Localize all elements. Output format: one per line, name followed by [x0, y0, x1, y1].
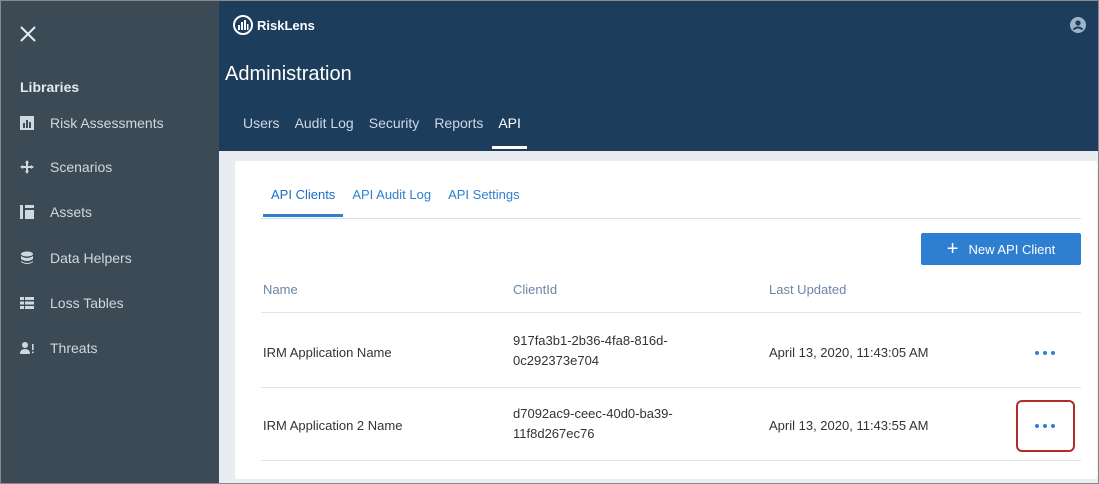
row-clientid-line2: 0c292373e704 — [513, 353, 600, 368]
brand-logo[interactable]: RiskLens — [233, 15, 315, 35]
brand-name: RiskLens — [257, 17, 315, 33]
chart-icon — [20, 116, 34, 130]
row-last-updated: April 13, 2020, 11:43:55 AM — [769, 418, 929, 433]
tab-security[interactable]: Security — [369, 115, 420, 149]
sidebar-item-data-helpers[interactable]: Data Helpers — [1, 238, 219, 278]
user-account-icon[interactable] — [1070, 17, 1086, 33]
admin-tabs: Users Audit Log Security Reports API — [243, 115, 536, 149]
column-header-clientid: ClientId — [513, 282, 558, 297]
tab-audit-log[interactable]: Audit Log — [295, 115, 354, 149]
close-icon[interactable] — [19, 25, 37, 43]
divider — [261, 387, 1081, 388]
highlight-box — [1016, 400, 1075, 452]
more-options-icon[interactable] — [1035, 348, 1055, 358]
sidebar-item-threats[interactable]: Threats — [1, 328, 219, 368]
database-icon — [20, 251, 34, 265]
app-window: Libraries Risk Assessments Scenarios Ass… — [0, 0, 1099, 484]
subtab-api-clients[interactable]: API Clients — [262, 187, 344, 217]
row-clientid-line2: 11f8d267ec76 — [513, 426, 595, 441]
column-header-name: Name — [263, 282, 298, 297]
sidebar-item-risk-assessments[interactable]: Risk Assessments — [1, 103, 219, 143]
sidebar-item-label: Risk Assessments — [50, 115, 164, 131]
risklens-logo-icon — [233, 15, 253, 35]
table-icon — [20, 296, 34, 310]
subtab-api-settings[interactable]: API Settings — [448, 187, 520, 217]
tab-users[interactable]: Users — [243, 115, 280, 149]
divider — [261, 312, 1081, 313]
sidebar-item-label: Data Helpers — [50, 250, 132, 266]
new-api-client-button[interactable]: + New API Client — [921, 233, 1081, 265]
api-subtabs: API Clients API Audit Log API Settings — [262, 187, 537, 217]
column-header-last-updated: Last Updated — [769, 282, 847, 297]
row-clientid-line1: 917fa3b1-2b36-4fa8-816d- — [513, 333, 668, 348]
move-icon — [20, 160, 34, 174]
divider — [261, 460, 1081, 461]
row-last-updated: April 13, 2020, 11:43:05 AM — [769, 345, 929, 360]
api-card: API Clients API Audit Log API Settings +… — [235, 161, 1097, 479]
sidebar-header: Libraries — [20, 79, 80, 95]
row-name: IRM Application 2 Name — [263, 418, 403, 433]
plus-icon: + — [946, 238, 959, 260]
page-title: Administration — [225, 63, 352, 85]
threat-icon — [20, 341, 34, 355]
sidebar-item-assets[interactable]: Assets — [1, 192, 219, 232]
tab-reports[interactable]: Reports — [434, 115, 483, 149]
sidebar-item-label: Scenarios — [50, 159, 113, 175]
tab-api[interactable]: API — [492, 115, 527, 149]
sidebar-item-loss-tables[interactable]: Loss Tables — [1, 283, 219, 323]
new-api-client-label: New API Client — [968, 241, 1056, 257]
sidebar-item-scenarios[interactable]: Scenarios — [1, 147, 219, 187]
sidebar: Libraries Risk Assessments Scenarios Ass… — [1, 1, 219, 483]
header: RiskLens Administration Users Audit Log … — [219, 1, 1098, 151]
subtab-api-audit-log[interactable]: API Audit Log — [352, 187, 431, 217]
sidebar-item-label: Loss Tables — [50, 295, 124, 311]
row-clientid-line1: d7092ac9-ceec-40d0-ba39- — [513, 406, 673, 421]
assets-icon — [20, 205, 34, 219]
sidebar-item-label: Threats — [50, 340, 98, 356]
sidebar-item-label: Assets — [50, 204, 93, 220]
divider — [261, 218, 1081, 219]
row-name: IRM Application Name — [263, 345, 392, 360]
